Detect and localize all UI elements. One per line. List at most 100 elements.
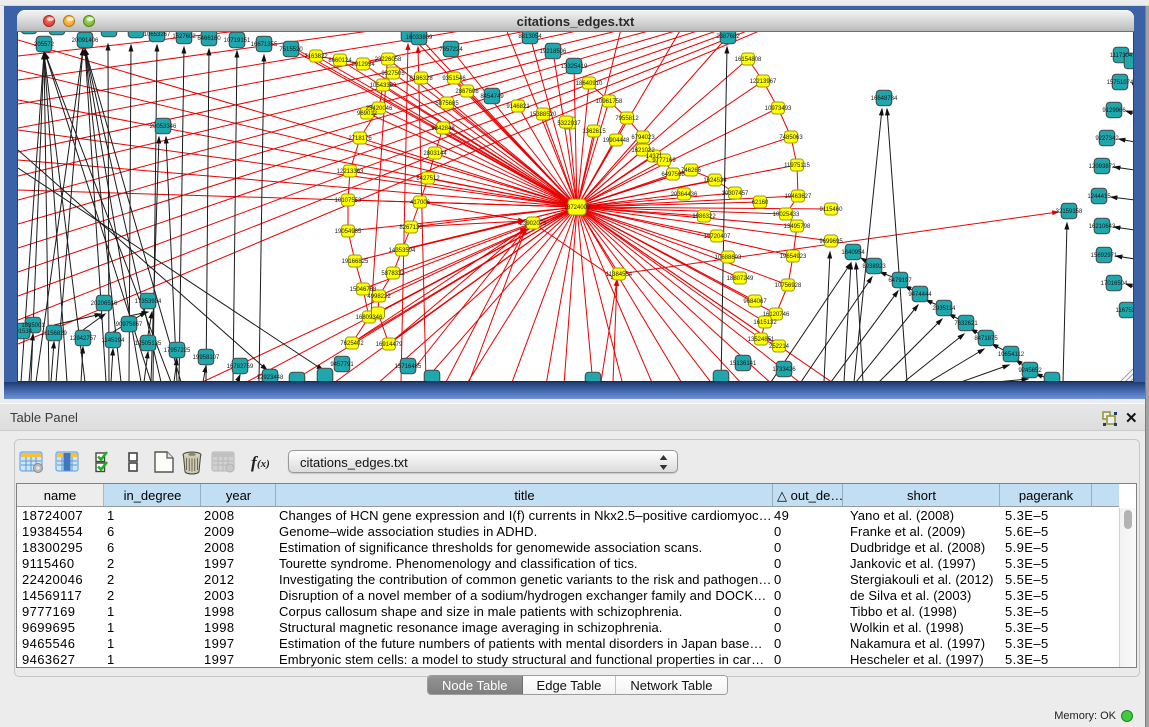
svg-text:17353934: 17353934 [135, 299, 162, 305]
svg-text:991534: 991534 [18, 329, 33, 335]
svg-text:9474444: 9474444 [908, 292, 932, 298]
svg-text:7485063: 7485063 [779, 135, 803, 141]
svg-text:2718176: 2718176 [348, 136, 372, 142]
svg-text:5878332: 5878332 [381, 271, 405, 277]
svg-text:7163822: 7163822 [304, 54, 328, 60]
svg-text:17016504: 17016504 [1101, 281, 1128, 287]
svg-text:11384554: 11384554 [606, 272, 633, 278]
svg-text:23902073: 23902073 [520, 221, 547, 227]
svg-text:90975867: 90975867 [116, 322, 143, 328]
svg-text:14353594: 14353594 [389, 248, 416, 254]
svg-text:10688603: 10688603 [715, 255, 742, 261]
svg-text:(x): (x) [257, 458, 269, 470]
svg-text:13325419: 13325419 [561, 64, 588, 70]
svg-text:10307457: 10307457 [722, 191, 749, 197]
svg-text:9115460: 9115460 [820, 207, 844, 213]
svg-text:9699695: 9699695 [819, 239, 843, 245]
svg-text:1145194: 1145194 [102, 338, 126, 344]
svg-text:15716485: 15716485 [395, 364, 422, 370]
svg-text:9457791: 9457791 [330, 362, 354, 368]
svg-text:16914479: 16914479 [376, 342, 403, 348]
svg-text:11975115: 11975115 [784, 163, 810, 169]
svg-text:9342848: 9342848 [431, 126, 455, 132]
svg-text:15136141: 15136141 [730, 361, 757, 367]
svg-text:15388520: 15388520 [530, 112, 557, 118]
svg-text:7515520: 7515520 [279, 47, 303, 53]
svg-text:19654923: 19654923 [780, 254, 807, 260]
svg-text:1244415: 1244415 [1087, 194, 1111, 200]
svg-text:8912954: 8912954 [351, 62, 375, 68]
svg-text:13495798: 13495798 [784, 224, 811, 230]
svg-text:9129966: 9129966 [1102, 108, 1126, 114]
svg-text:23226058: 23226058 [375, 57, 402, 63]
svg-text:16671355: 16671355 [251, 42, 278, 48]
svg-text:8186328: 8186328 [409, 76, 433, 82]
svg-text:32159358: 32159358 [1056, 209, 1083, 215]
svg-text:205572: 205572 [34, 42, 55, 48]
svg-text:19166825: 19166825 [342, 259, 369, 265]
svg-text:8454749: 8454749 [480, 94, 504, 100]
svg-text:6466160: 6466160 [197, 36, 221, 42]
svg-text:9351546: 9351546 [442, 76, 466, 82]
svg-text:19958107: 19958107 [193, 355, 220, 361]
svg-text:16033809: 16033809 [406, 35, 433, 41]
svg-text:18640910: 18640910 [576, 81, 603, 87]
svg-text:16782759: 16782759 [227, 364, 254, 370]
svg-text:10107553: 10107553 [335, 198, 362, 204]
svg-text:5322037: 5322037 [557, 121, 581, 127]
svg-text:417006: 417006 [410, 200, 431, 206]
svg-text:1986322: 1986322 [692, 214, 716, 220]
svg-text:10654112: 10654112 [998, 352, 1025, 358]
svg-text:20053346: 20053346 [150, 124, 177, 130]
svg-text:12942757: 12942757 [70, 336, 97, 342]
svg-text:10025433: 10025433 [773, 212, 800, 218]
svg-text:7857224: 7857224 [439, 47, 463, 53]
svg-text:5875685: 5875685 [435, 101, 459, 107]
svg-text:10653267: 10653267 [144, 32, 171, 38]
svg-text:1117304: 1117304 [1110, 53, 1133, 59]
svg-text:252214: 252214 [769, 344, 790, 350]
svg-text:7625402: 7625402 [340, 341, 364, 347]
svg-text:19463627: 19463627 [785, 194, 812, 200]
svg-text:9684067: 9684067 [743, 299, 767, 305]
svg-text:16210643: 16210643 [1089, 224, 1116, 230]
svg-text:8267130: 8267130 [399, 225, 423, 231]
svg-text:1640954: 1640954 [841, 250, 865, 256]
svg-text:18807249: 18807249 [727, 276, 754, 282]
svg-text:10973493: 10973493 [765, 106, 792, 112]
svg-text:2867608: 2867608 [455, 89, 479, 95]
svg-text:1527602: 1527602 [172, 34, 196, 40]
svg-text:15046768: 15046768 [350, 287, 377, 293]
svg-text:10961758: 10961758 [596, 99, 623, 105]
svg-text:2387682: 2387682 [716, 34, 740, 40]
svg-text:16809346: 16809346 [356, 315, 383, 321]
svg-text:19218506: 19218506 [540, 49, 567, 55]
svg-text:18724007: 18724007 [564, 205, 591, 211]
svg-text:4998222: 4998222 [367, 294, 391, 300]
svg-text:8471875: 8471875 [974, 336, 998, 342]
svg-text:15720407: 15720407 [704, 234, 731, 240]
svg-text:2935114: 2935114 [933, 306, 957, 312]
svg-text:8938923: 8938923 [862, 264, 886, 270]
svg-text:8813054: 8813054 [518, 34, 542, 40]
svg-text:20091406: 20091406 [72, 38, 99, 44]
svg-text:12505135: 12505135 [135, 341, 162, 347]
svg-text:8660124: 8660124 [328, 58, 352, 64]
svg-text:19904448: 19904448 [603, 138, 630, 144]
svg-text:9777169: 9777169 [652, 158, 676, 164]
svg-text:62160: 62160 [752, 200, 769, 206]
svg-text:13524851: 13524851 [748, 337, 775, 343]
svg-text:16648784: 16648784 [871, 96, 898, 102]
svg-text:1167531: 1167531 [1116, 308, 1134, 314]
svg-text:11156829: 11156829 [41, 331, 67, 337]
svg-text:9146821: 9146821 [506, 104, 530, 110]
svg-text:17957225: 17957225 [164, 348, 191, 354]
svg-text:16154808: 16154808 [735, 57, 762, 63]
svg-text:12213363: 12213363 [337, 169, 364, 175]
svg-text:12093872: 12093872 [1089, 164, 1116, 170]
svg-text:746266: 746266 [681, 168, 702, 174]
svg-text:10719151: 10719151 [224, 38, 251, 44]
svg-text:1733426: 1733426 [772, 367, 796, 373]
svg-text:1615132: 1615132 [753, 320, 777, 326]
svg-text:9245652: 9245652 [1018, 368, 1042, 374]
